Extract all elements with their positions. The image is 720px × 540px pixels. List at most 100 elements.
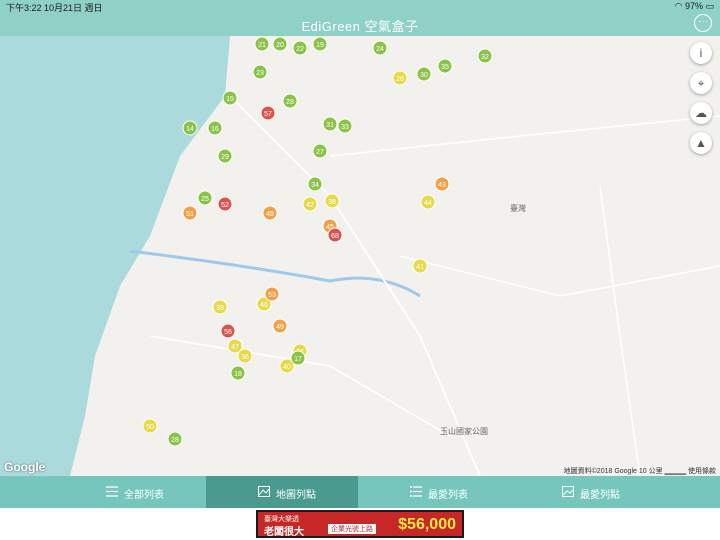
map-view[interactable]: 臺灣 玉山國家公園 21 20 22 19 24 32 23 30 35 26 15 28 14 16 57…	[0, 36, 720, 476]
aqi-marker[interactable]: 18	[230, 365, 246, 381]
aqi-marker-value: 31	[326, 122, 334, 129]
aqi-marker-value: 18	[234, 371, 242, 378]
road	[399, 255, 720, 297]
aqi-marker[interactable]: 30	[416, 66, 432, 82]
aqi-marker[interactable]: 19	[312, 36, 328, 52]
battery-icon: ▭	[705, 1, 714, 11]
aqi-marker-value: 47	[231, 344, 239, 351]
aqi-marker[interactable]: 15	[222, 90, 238, 106]
map-icon	[258, 486, 270, 497]
aqi-marker[interactable]: 25	[197, 190, 213, 206]
aqi-marker[interactable]: 26	[392, 70, 408, 86]
aqi-marker[interactable]: 22	[292, 40, 308, 56]
more-icon[interactable]: ···	[694, 14, 712, 32]
aqi-marker[interactable]: 44	[420, 194, 436, 210]
favorite-map-icon	[562, 486, 574, 497]
aqi-marker-value: 52	[221, 202, 229, 209]
aqi-marker[interactable]: 16	[207, 120, 223, 136]
aqi-marker-value: 39	[216, 305, 224, 312]
aqi-marker-value: 24	[376, 46, 384, 53]
status-bar: 下午3:22 10月21日 週日 ◠ 97% ▭	[0, 0, 720, 13]
aqi-marker-value: 22	[296, 46, 304, 53]
aqi-marker-value: 21	[258, 42, 266, 49]
aqi-marker-value: 40	[283, 364, 291, 371]
aqi-marker[interactable]: 41	[412, 258, 428, 274]
battery-percent: 97%	[684, 1, 703, 11]
aqi-marker-value: 50	[146, 424, 154, 431]
aqi-marker[interactable]: 42	[302, 196, 318, 212]
tab-label: 最愛列點	[580, 490, 620, 501]
aqi-marker-value: 35	[441, 64, 449, 71]
aqi-marker-value: 23	[256, 70, 264, 77]
ad-headline: 老闆很大	[264, 527, 304, 538]
aqi-marker[interactable]: 57	[260, 105, 276, 121]
aqi-marker-value: 36	[241, 354, 249, 361]
aqi-marker[interactable]: 49	[272, 318, 288, 334]
aqi-marker-value: 43	[438, 182, 446, 189]
tab-favorite-list[interactable]: 最愛列表	[358, 476, 510, 508]
tab-map-points[interactable]: 地圖列點	[206, 476, 358, 508]
google-logo: Google	[4, 460, 46, 474]
aqi-marker[interactable]: 28	[167, 431, 183, 447]
aqi-marker[interactable]: 33	[337, 118, 353, 134]
aqi-marker[interactable]: 43	[434, 176, 450, 192]
ad-price: $56,000	[398, 516, 456, 533]
aqi-marker[interactable]: 27	[312, 143, 328, 159]
aqi-marker-value: 57	[264, 111, 272, 118]
aqi-marker-value: 19	[316, 42, 324, 49]
aqi-marker[interactable]: 68	[327, 227, 343, 243]
aqi-marker[interactable]: 24	[372, 40, 388, 56]
tab-all-list[interactable]: 全部列表	[54, 476, 206, 508]
aqi-marker[interactable]: 39	[212, 299, 228, 315]
aqi-marker-value: 32	[481, 54, 489, 61]
aqi-marker[interactable]: 36	[237, 348, 253, 364]
aqi-marker-value: 28	[171, 437, 179, 444]
aqi-marker[interactable]: 51	[182, 205, 198, 221]
tab-label: 全部列表	[124, 490, 164, 501]
aqi-marker[interactable]: 17	[290, 350, 306, 366]
aqi-marker-value: 27	[316, 149, 324, 156]
app-header: EdiGreen 空氣盒子 ···	[0, 12, 720, 36]
aqi-marker[interactable]: 38	[324, 193, 340, 209]
sea-area	[0, 36, 230, 476]
aqi-marker[interactable]: 48	[262, 205, 278, 221]
aqi-marker[interactable]: 34	[307, 176, 323, 192]
aqi-marker-value: 42	[306, 202, 314, 209]
aqi-marker-value: 46	[260, 302, 268, 309]
map-canvas[interactable]: 臺灣 玉山國家公園 21 20 22 19 24 32 23 30 35 26 15 28 14 16 57…	[0, 36, 720, 476]
aqi-marker[interactable]: 14	[182, 120, 198, 136]
map-label-taiwan: 臺灣	[510, 203, 526, 213]
aqi-marker[interactable]: 20	[272, 36, 288, 52]
ad-banner[interactable]: 臺灣大樂透 老闆很大 企業光號上路 $56,000	[256, 510, 464, 538]
aqi-marker-value: 38	[328, 199, 336, 206]
aqi-marker[interactable]: 35	[437, 58, 453, 74]
aqi-marker[interactable]: 56	[220, 323, 236, 339]
aqi-marker-value: 53	[268, 292, 276, 299]
layers-icon[interactable]: ▲	[690, 132, 712, 154]
aqi-marker-value: 48	[266, 211, 274, 218]
aqi-marker-value: 28	[286, 99, 294, 106]
aqi-marker-value: 30	[420, 72, 428, 79]
road	[329, 115, 720, 157]
location-pin-icon[interactable]: ⌖	[690, 72, 712, 94]
aqi-marker[interactable]: 50	[142, 418, 158, 434]
aqi-marker-value: 16	[211, 126, 219, 133]
tab-favorite-map[interactable]: 最愛列點	[510, 476, 662, 508]
aqi-marker[interactable]: 32	[477, 48, 493, 64]
aqi-marker-value: 51	[186, 211, 194, 218]
aqi-marker[interactable]: 23	[252, 64, 268, 80]
aqi-marker[interactable]: 29	[217, 148, 233, 164]
aqi-marker-value: 26	[396, 76, 404, 83]
aqi-marker-value: 49	[276, 324, 284, 331]
aqi-marker[interactable]: 31	[322, 116, 338, 132]
info-icon[interactable]: i	[690, 42, 712, 64]
map-attribution[interactable]: 地圖資料©2018 Google 10 公里 ▁▁▁▁ 使用條款	[564, 466, 716, 476]
aqi-marker[interactable]: 53	[264, 286, 280, 302]
aqi-marker-value: 56	[224, 329, 232, 336]
aqi-marker[interactable]: 28	[282, 93, 298, 109]
tab-label: 最愛列表	[428, 490, 468, 501]
weather-icon[interactable]: ☁	[690, 102, 712, 124]
aqi-marker-value: 34	[311, 182, 319, 189]
aqi-marker[interactable]: 21	[254, 36, 270, 52]
aqi-marker[interactable]: 52	[217, 196, 233, 212]
